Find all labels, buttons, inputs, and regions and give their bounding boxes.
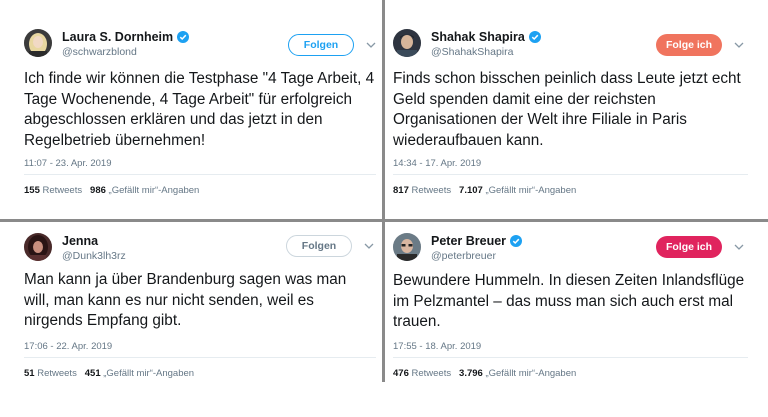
chevron-down-icon[interactable] [733, 40, 745, 50]
tweet-timestamp[interactable]: 14:34 - 17. Apr. 2019 [393, 158, 481, 169]
user-handle[interactable]: @schwarzblond [62, 46, 137, 58]
likes-label[interactable]: „Gefällt mir“-Angaben [103, 368, 194, 379]
engagement-stats: 51 Retweets 451 „Gefällt mir“-Angaben [24, 368, 194, 379]
tweet-text: Ich finde wir können die Testphase "4 Ta… [24, 70, 375, 149]
likes-label[interactable]: „Gefällt mir“-Angaben [485, 185, 576, 196]
like-count[interactable]: 3.796 [459, 368, 483, 379]
following-button[interactable]: Folge ich [656, 236, 722, 258]
engagement-stats: 155 Retweets 986 „Gefällt mir“-Angaben [24, 185, 199, 196]
divider [393, 357, 748, 358]
tweet-timestamp[interactable]: 17:06 - 22. Apr. 2019 [24, 341, 112, 352]
like-count[interactable]: 451 [85, 368, 101, 379]
user-handle[interactable]: @Dunk3lh3rz [62, 250, 126, 262]
tweet-text: Bewundere Hummeln. In diesen Zeiten Inla… [393, 272, 745, 330]
avatar[interactable] [393, 233, 421, 261]
tweet-text: Finds schon bisschen peinlich dass Leute… [393, 70, 741, 149]
retweets-label[interactable]: Retweets [37, 368, 77, 379]
like-count[interactable]: 7.107 [459, 185, 483, 196]
following-button[interactable]: Folge ich [656, 34, 722, 56]
avatar[interactable] [24, 29, 52, 57]
chevron-down-icon[interactable] [363, 241, 375, 251]
user-handle[interactable]: @ShahakShapira [431, 46, 513, 58]
follow-button[interactable]: Folgen [288, 34, 354, 56]
tweet-text: Man kann ja über Brandenburg sagen was m… [24, 271, 347, 329]
tweet-timestamp[interactable]: 17:55 - 18. Apr. 2019 [393, 341, 481, 352]
tweet-card-1: Laura S. Dornheim @schwarzblond Folgen I… [24, 29, 376, 209]
verified-badge-icon [528, 31, 541, 43]
retweet-count[interactable]: 476 [393, 368, 409, 379]
retweets-label[interactable]: Retweets [412, 368, 452, 379]
divider [393, 174, 748, 175]
follow-button[interactable]: Folgen [286, 235, 352, 257]
tweet-timestamp[interactable]: 11:07 - 23. Apr. 2019 [24, 158, 112, 169]
user-handle[interactable]: @peterbreuer [431, 250, 496, 262]
horizontal-divider [0, 219, 768, 222]
display-name[interactable]: Jenna [62, 234, 98, 248]
tweet-card-2: Shahak Shapira @ShahakShapira Folge ich … [393, 29, 748, 209]
chevron-down-icon[interactable] [733, 242, 745, 252]
like-count[interactable]: 986 [90, 185, 106, 196]
retweet-count[interactable]: 155 [24, 185, 40, 196]
retweet-count[interactable]: 51 [24, 368, 35, 379]
verified-badge-icon [177, 31, 190, 43]
engagement-stats: 817 Retweets 7.107 „Gefällt mir“-Angaben [393, 185, 576, 196]
display-name[interactable]: Laura S. Dornheim [62, 30, 173, 44]
likes-label[interactable]: „Gefällt mir“-Angaben [485, 368, 576, 379]
likes-label[interactable]: „Gefällt mir“-Angaben [109, 185, 200, 196]
verified-badge-icon [510, 235, 523, 247]
engagement-stats: 476 Retweets 3.796 „Gefällt mir“-Angaben [393, 368, 576, 379]
avatar[interactable] [393, 29, 421, 57]
retweets-label[interactable]: Retweets [412, 185, 452, 196]
tweet-card-4: Peter Breuer @peterbreuer Folge ich Bewu… [393, 233, 748, 383]
display-name[interactable]: Shahak Shapira [431, 30, 525, 44]
display-name[interactable]: Peter Breuer [431, 234, 506, 248]
retweets-label[interactable]: Retweets [43, 185, 83, 196]
divider [24, 174, 376, 175]
chevron-down-icon[interactable] [365, 40, 377, 50]
retweet-count[interactable]: 817 [393, 185, 409, 196]
vertical-divider [382, 0, 385, 382]
divider [24, 357, 376, 358]
avatar[interactable] [24, 233, 52, 261]
tweet-card-3: Jenna @Dunk3lh3rz Folgen Man kann ja übe… [24, 233, 376, 383]
